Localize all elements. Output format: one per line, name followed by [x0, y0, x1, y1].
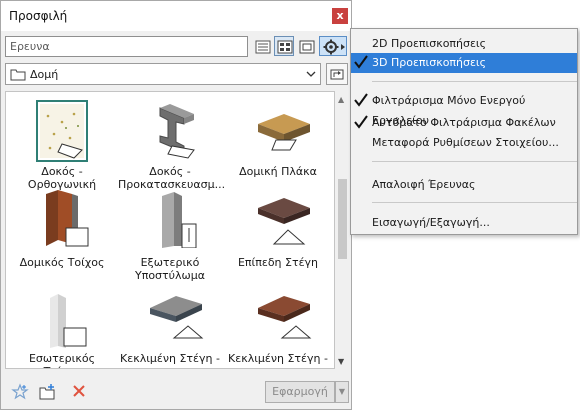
title-bar[interactable]: Προσφιλή x	[1, 1, 351, 31]
favorites-grid: Δοκός - Ορθογωνική Δοκός - Προκατασκευασ…	[5, 91, 335, 369]
add-favorite-star-icon[interactable]	[11, 383, 29, 401]
item-label-line1: Κεκλιμένη Στέγη -	[228, 352, 328, 365]
item-label-line1: Δοκός -	[41, 165, 83, 178]
exterior-column-icon	[146, 190, 197, 249]
pitched-roof-wood-icon	[254, 290, 312, 348]
chevron-down-icon	[306, 71, 316, 77]
folder-up-icon	[330, 69, 344, 80]
item-label-line1: Εξωτερικό	[140, 256, 200, 269]
checkmark-icon	[354, 93, 368, 107]
grid-view-button[interactable]	[274, 36, 294, 56]
scroll-thumb[interactable]	[338, 179, 347, 259]
interior-wall-icon	[38, 290, 87, 348]
favorite-item[interactable]: Δοκός - Ορθογωνική	[10, 100, 114, 191]
new-folder-icon[interactable]	[39, 383, 57, 401]
menu-item-3d-previews[interactable]: 3D Προεπισκοπήσεις	[351, 53, 577, 73]
item-label-line2: Υποστύλωμα	[134, 269, 205, 282]
bottom-toolbar: Εφαρμογή ▼	[1, 375, 351, 409]
menu-item-label: Μεταφορά Ρυθμίσεων Στοιχείου...	[372, 136, 559, 149]
menu-item-2d-previews[interactable]: 2D Προεπισκοπήσεις	[351, 34, 577, 54]
slab-icon	[254, 102, 310, 160]
menu-item-label: 2D Προεπισκοπήσεις	[372, 37, 487, 50]
menu-separator	[372, 202, 577, 203]
menu-item-import-export[interactable]: Εισαγωγή/Εξαγωγή...	[351, 213, 577, 233]
menu-separator	[372, 161, 577, 162]
structural-wall-icon	[38, 190, 89, 248]
apply-button[interactable]: Εφαρμογή	[265, 381, 335, 403]
item-label-line1: Δομικός Τοίχος	[19, 256, 105, 269]
menu-item-label: Εισαγωγή/Εξαγωγή...	[372, 216, 490, 229]
flat-roof-icon	[254, 190, 310, 248]
menu-item-transfer-settings[interactable]: Μεταφορά Ρυθμίσεων Στοιχείου...	[351, 133, 577, 153]
search-input[interactable]	[5, 36, 248, 57]
menu-item-label: Απαλοιφή Έρευνας	[372, 178, 476, 191]
menu-item-filter-active-tool[interactable]: Φιλτράρισμα Μόνο Ενεργού Εργαλείου	[351, 91, 577, 127]
item-label-line1: Δοκός -	[149, 165, 191, 178]
favorite-item[interactable]: Επίπεδη Στέγη	[226, 190, 330, 270]
grid-scrollbar[interactable]: ▲ ▼	[335, 91, 350, 369]
favorite-item[interactable]: Δομική Πλάκα	[226, 102, 330, 182]
favorite-item[interactable]: Εξωτερικό Υποστύλωμα	[118, 190, 222, 282]
checkmark-icon	[354, 115, 368, 129]
item-label-line1: Κεκλιμένη Στέγη -	[120, 352, 220, 365]
item-label-line1: Δομική Πλάκα	[239, 165, 317, 178]
favorite-item[interactable]: Κεκλιμένη Στέγη -	[118, 290, 222, 368]
large-preview-button[interactable]	[296, 36, 316, 56]
list-view-button[interactable]	[252, 36, 272, 56]
folder-icon	[10, 69, 26, 81]
favorite-item[interactable]: Κεκλιμένη Στέγη -	[226, 290, 330, 368]
favorite-item[interactable]: Εσωτερικός Τοίχος	[10, 290, 114, 368]
close-button[interactable]: x	[332, 8, 348, 24]
list-view-icon	[255, 40, 271, 54]
item-label-line1: Επίπεδη Στέγη	[237, 256, 319, 269]
folder-up-button[interactable]	[326, 63, 348, 85]
settings-dropdown-menu: 2D Προεπισκοπήσεις 3D Προεπισκοπήσεις Φι…	[350, 28, 578, 235]
panel-title: Προσφιλή	[9, 9, 68, 23]
item-label-line1: Εσωτερικός Τοίχος	[28, 352, 96, 368]
favorite-item[interactable]: Δοκός - Προκατασκευασμ...	[118, 102, 225, 191]
menu-item-auto-filter-folders[interactable]: Αυτόματο Φιλτράρισμα Φακέλων	[351, 113, 577, 133]
apply-dropdown-button[interactable]: ▼	[335, 381, 349, 403]
folder-dropdown[interactable]: Δομή	[5, 63, 321, 85]
scroll-up-arrow-icon[interactable]: ▲	[338, 95, 344, 104]
precast-beam-icon	[146, 102, 195, 160]
menu-item-clear-search[interactable]: Απαλοιφή Έρευνας	[351, 175, 577, 195]
gear-icon	[323, 39, 345, 55]
delete-icon[interactable]	[71, 383, 87, 399]
large-preview-icon	[299, 40, 315, 54]
grid-view-icon	[277, 40, 293, 54]
rectangular-beam-icon	[36, 100, 88, 162]
menu-separator	[372, 81, 577, 82]
menu-item-label: Αυτόματο Φιλτράρισμα Φακέλων	[372, 116, 556, 129]
favorite-item[interactable]: Δομικός Τοίχος	[10, 190, 114, 270]
settings-menu-button[interactable]	[319, 36, 347, 56]
menu-item-label: 3D Προεπισκοπήσεις	[372, 56, 487, 69]
checkmark-icon	[354, 55, 368, 69]
folder-label: Δομή	[30, 68, 59, 81]
pitched-roof-icon	[146, 290, 204, 348]
scroll-down-arrow-icon[interactable]: ▼	[338, 357, 344, 366]
favorites-panel: Προσφιλή x Ερευνα Δομή Δοκός - Ορθογωνικ…	[0, 0, 352, 410]
